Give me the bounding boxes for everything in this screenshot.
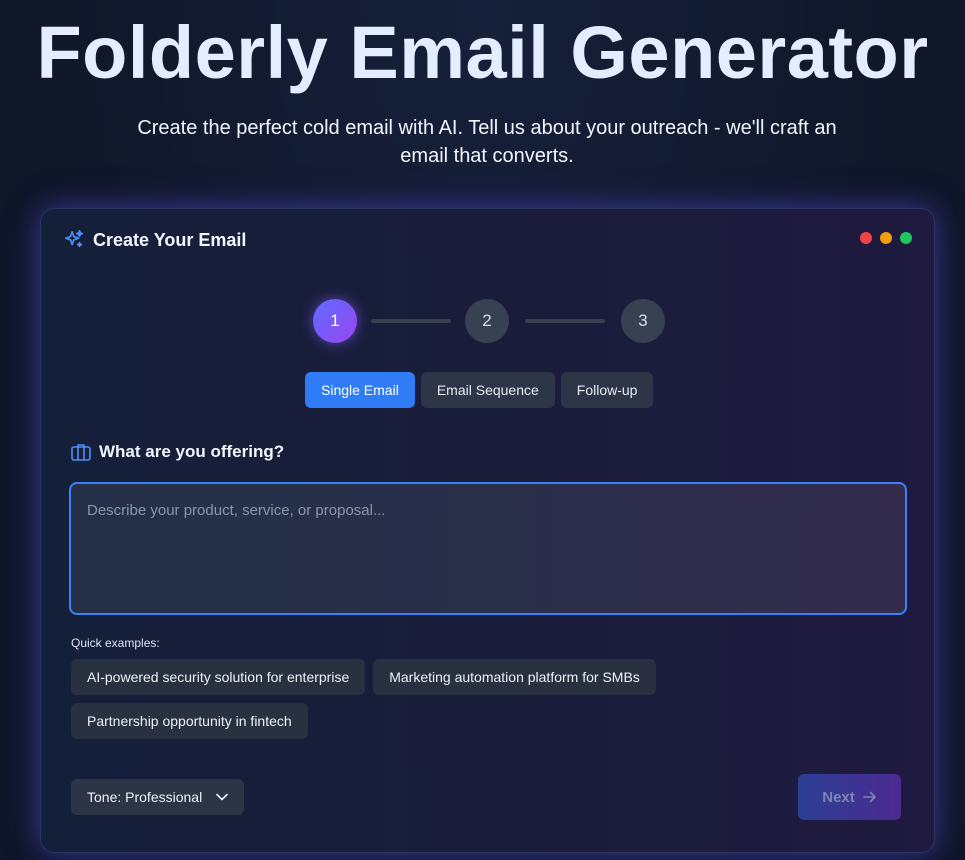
progress-stepper: 1 2 3 <box>313 299 665 343</box>
next-button-label: Next <box>822 788 855 806</box>
tone-dropdown[interactable]: Tone: Professional <box>71 779 245 815</box>
example-chip[interactable]: AI-powered security solution for enterpr… <box>71 659 366 695</box>
arrow-right-icon <box>862 791 877 803</box>
offering-textarea[interactable] <box>71 484 905 613</box>
close-dot <box>860 232 872 244</box>
maximize-dot <box>900 232 912 244</box>
step-3[interactable]: 3 <box>621 299 665 343</box>
step-1[interactable]: 1 <box>313 299 357 343</box>
step-connector <box>525 319 605 323</box>
minimize-dot <box>880 232 892 244</box>
page-title: Folderly Email Generator <box>36 11 929 94</box>
quick-examples-list: AI-powered security solution for enterpr… <box>71 659 721 739</box>
example-chip[interactable]: Marketing automation platform for SMBs <box>373 659 656 695</box>
tab-single-email[interactable]: Single Email <box>305 372 415 408</box>
chevron-down-icon <box>216 793 228 801</box>
tone-dropdown-label: Tone: Professional <box>87 789 203 805</box>
tab-email-sequence[interactable]: Email Sequence <box>420 372 555 408</box>
window-controls <box>860 232 912 244</box>
card-title: Create Your Email <box>93 229 247 250</box>
tab-follow-up[interactable]: Follow-up <box>560 372 654 408</box>
page-subtitle: Create the perfect cold email with AI. T… <box>137 117 837 167</box>
page: Folderly Email Generator Create the perf… <box>0 0 965 860</box>
quick-examples-label: Quick examples: <box>71 636 160 650</box>
offering-label-text: What are you offering? <box>99 442 285 461</box>
card-header: Create Your Email <box>63 229 246 251</box>
briefcase-icon <box>71 443 91 461</box>
step-2[interactable]: 2 <box>465 299 509 343</box>
offering-field-wrapper <box>69 482 907 615</box>
step-connector <box>371 319 451 323</box>
sparkles-icon <box>63 229 85 251</box>
example-chip[interactable]: Partnership opportunity in fintech <box>71 703 308 739</box>
email-type-tabs: Single Email Email Sequence Follow-up <box>305 372 654 408</box>
next-button[interactable]: Next <box>798 774 901 820</box>
email-builder-card: Create Your Email 1 2 3 Single Email Ema… <box>40 208 935 853</box>
offering-label: What are you offering? <box>71 442 284 462</box>
